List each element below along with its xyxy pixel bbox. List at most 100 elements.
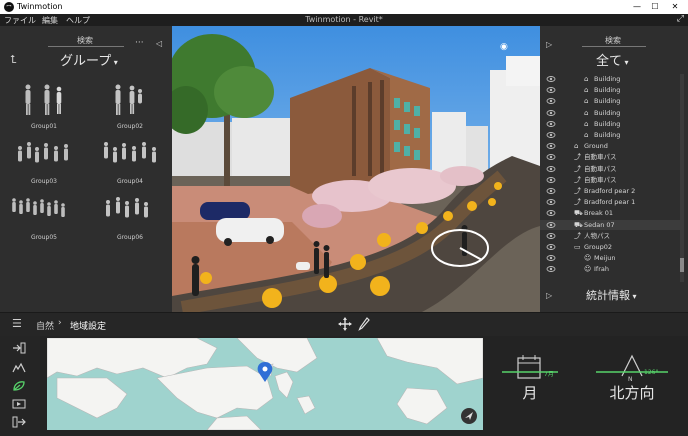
group-label-4: Group04 — [117, 178, 143, 185]
title-bar: ꟷ Twinmotion — ☐ ✕ — [0, 0, 688, 14]
scene-tree-label: Building — [594, 108, 621, 117]
library-search-label[interactable]: 検索 — [60, 35, 110, 46]
visibility-eye-icon[interactable] — [546, 175, 556, 185]
scene-tree-label: Building — [594, 97, 621, 106]
breadcrumb-separator: › — [58, 318, 62, 328]
scene-tree-row[interactable]: ⌂ Building — [540, 74, 680, 84]
visibility-eye-icon[interactable] — [546, 264, 556, 274]
breadcrumb-parent[interactable]: 自然 — [36, 319, 54, 332]
group-thumbnail-4[interactable] — [100, 134, 160, 178]
visibility-eye-icon[interactable] — [546, 85, 556, 95]
import-icon[interactable] — [12, 342, 26, 354]
3d-viewport[interactable]: ◉ — [172, 26, 540, 312]
view-eye-icon[interactable]: ◉ — [500, 42, 508, 52]
scene-tree-row[interactable]: ⌂ Building — [540, 85, 680, 95]
expand-right-icon[interactable]: ▷ — [546, 40, 552, 49]
locate-arrow-icon — [465, 412, 473, 420]
scene-tree-row[interactable]: ⤴ Bradford pear 2 — [540, 186, 680, 196]
pencil-icon[interactable] — [358, 317, 370, 331]
menu-icon[interactable]: ☰ — [12, 317, 22, 330]
move-icon[interactable] — [338, 317, 352, 331]
scene-tree-row[interactable]: ⤴ 自動車パス — [540, 152, 680, 162]
export-icon[interactable] — [12, 416, 26, 428]
visibility-eye-icon[interactable] — [546, 253, 556, 263]
scene-tree-row[interactable]: ⌂ Building — [540, 130, 680, 140]
scene-search-label[interactable]: 検索 — [588, 35, 638, 46]
group-thumbnail-6[interactable] — [100, 190, 160, 234]
group-thumbnail-2[interactable] — [100, 78, 160, 122]
north-direction-setting[interactable]: N 126° 北方向 — [592, 350, 672, 420]
car-icon: ⛟ — [574, 209, 583, 218]
scene-tree-row[interactable]: ⌂ Building — [540, 96, 680, 106]
scene-tree-row[interactable]: ☺ Ifrah — [540, 264, 680, 274]
scene-tree-row[interactable]: ⌂ Building — [540, 119, 680, 129]
collapse-left-icon[interactable]: ◁ — [156, 39, 162, 48]
visibility-eye-icon[interactable] — [546, 108, 556, 118]
close-button[interactable]: ✕ — [668, 1, 682, 13]
scene-scrollbar[interactable] — [680, 74, 684, 282]
back-icon[interactable]: ⮤ — [10, 53, 17, 67]
visibility-eye-icon[interactable] — [546, 152, 556, 162]
document-title: Twinmotion - Revit* — [305, 15, 383, 24]
scene-tree-row[interactable]: ☺ Meijun — [540, 253, 680, 263]
visibility-eye-icon[interactable] — [546, 119, 556, 129]
media-icon[interactable] — [12, 398, 26, 410]
scene-tree-label: Meijun — [594, 254, 616, 263]
fullscreen-icon[interactable]: ⤢ — [677, 14, 684, 24]
chevron-down-icon: ▾ — [622, 58, 629, 67]
chevron-down-icon: ▾ — [630, 292, 637, 301]
building-icon: ⌂ — [584, 86, 589, 95]
nature-leaf-icon[interactable] — [12, 380, 26, 392]
direction-label: 北方向 — [609, 384, 655, 402]
locate-button[interactable] — [461, 408, 477, 424]
menu-help[interactable]: ヘルプ — [66, 15, 90, 26]
scene-tree-label: Bradford pear 1 — [584, 198, 636, 207]
world-map[interactable] — [47, 338, 483, 430]
scene-tree-row[interactable]: ⤴ Bradford pear 1 — [540, 197, 680, 207]
visibility-eye-icon[interactable] — [546, 96, 556, 106]
scene-tree-row[interactable]: ⌂ Ground — [540, 141, 680, 151]
building-icon: ⌂ — [584, 108, 589, 117]
scene-tree-label: Ifrah — [594, 265, 609, 274]
scene-tree-row[interactable]: ▭ Group02 — [540, 242, 680, 252]
group-thumbnail-3[interactable] — [14, 134, 74, 178]
visibility-eye-icon[interactable] — [546, 186, 556, 196]
visibility-eye-icon[interactable] — [546, 74, 556, 84]
scene-tree-row[interactable]: ⛟ Sedan 07 — [540, 219, 680, 230]
group-thumbnail-5[interactable] — [10, 190, 74, 234]
visibility-eye-icon[interactable] — [546, 231, 556, 241]
terrain-icon[interactable] — [12, 362, 26, 374]
app-title: Twinmotion — [17, 2, 63, 11]
path-icon: ⤴ — [574, 187, 581, 195]
visibility-eye-icon[interactable] — [546, 164, 556, 174]
scene-tree-row[interactable]: ⤴ 自動車パス — [540, 164, 680, 174]
stats-expand-icon[interactable]: ▷ — [546, 291, 552, 300]
calendar-icon — [502, 355, 558, 379]
scene-scrollbar-thumb[interactable] — [680, 258, 684, 272]
visibility-eye-icon[interactable] — [546, 141, 556, 151]
group-label-1: Group01 — [31, 123, 57, 130]
visibility-eye-icon[interactable] — [546, 242, 556, 252]
category-dropdown[interactable]: グループ ▾ — [60, 50, 118, 69]
scene-tree-row[interactable]: ⛟ Break 01 — [540, 208, 680, 218]
scene-tree-row[interactable]: ⌂ Building — [540, 108, 680, 118]
group-label-5: Group05 — [31, 234, 57, 241]
car-icon: ⛟ — [574, 220, 583, 229]
group-thumbnail-1[interactable] — [14, 78, 74, 122]
scene-filter-dropdown[interactable]: 全て ▾ — [596, 50, 629, 69]
building-icon: ⌂ — [584, 75, 589, 83]
scene-tree-row[interactable]: ⤴ 人物パス — [540, 231, 680, 241]
menu-file[interactable]: ファイル — [4, 15, 36, 26]
maximize-button[interactable]: ☐ — [648, 1, 662, 13]
scene-tree-row[interactable]: ⤴ 自動車パス — [540, 175, 680, 185]
menu-edit[interactable]: 編集 — [42, 15, 58, 26]
more-options-icon[interactable]: ··· — [135, 38, 144, 48]
month-setting[interactable]: 7月 月 — [500, 350, 560, 420]
minimize-button[interactable]: — — [630, 1, 644, 13]
stats-dropdown[interactable]: 統計情報 ▾ — [586, 287, 637, 303]
visibility-eye-icon[interactable] — [546, 220, 556, 230]
path-icon: ⤴ — [574, 175, 581, 184]
visibility-eye-icon[interactable] — [546, 208, 556, 218]
visibility-eye-icon[interactable] — [546, 197, 556, 207]
visibility-eye-icon[interactable] — [546, 130, 556, 140]
